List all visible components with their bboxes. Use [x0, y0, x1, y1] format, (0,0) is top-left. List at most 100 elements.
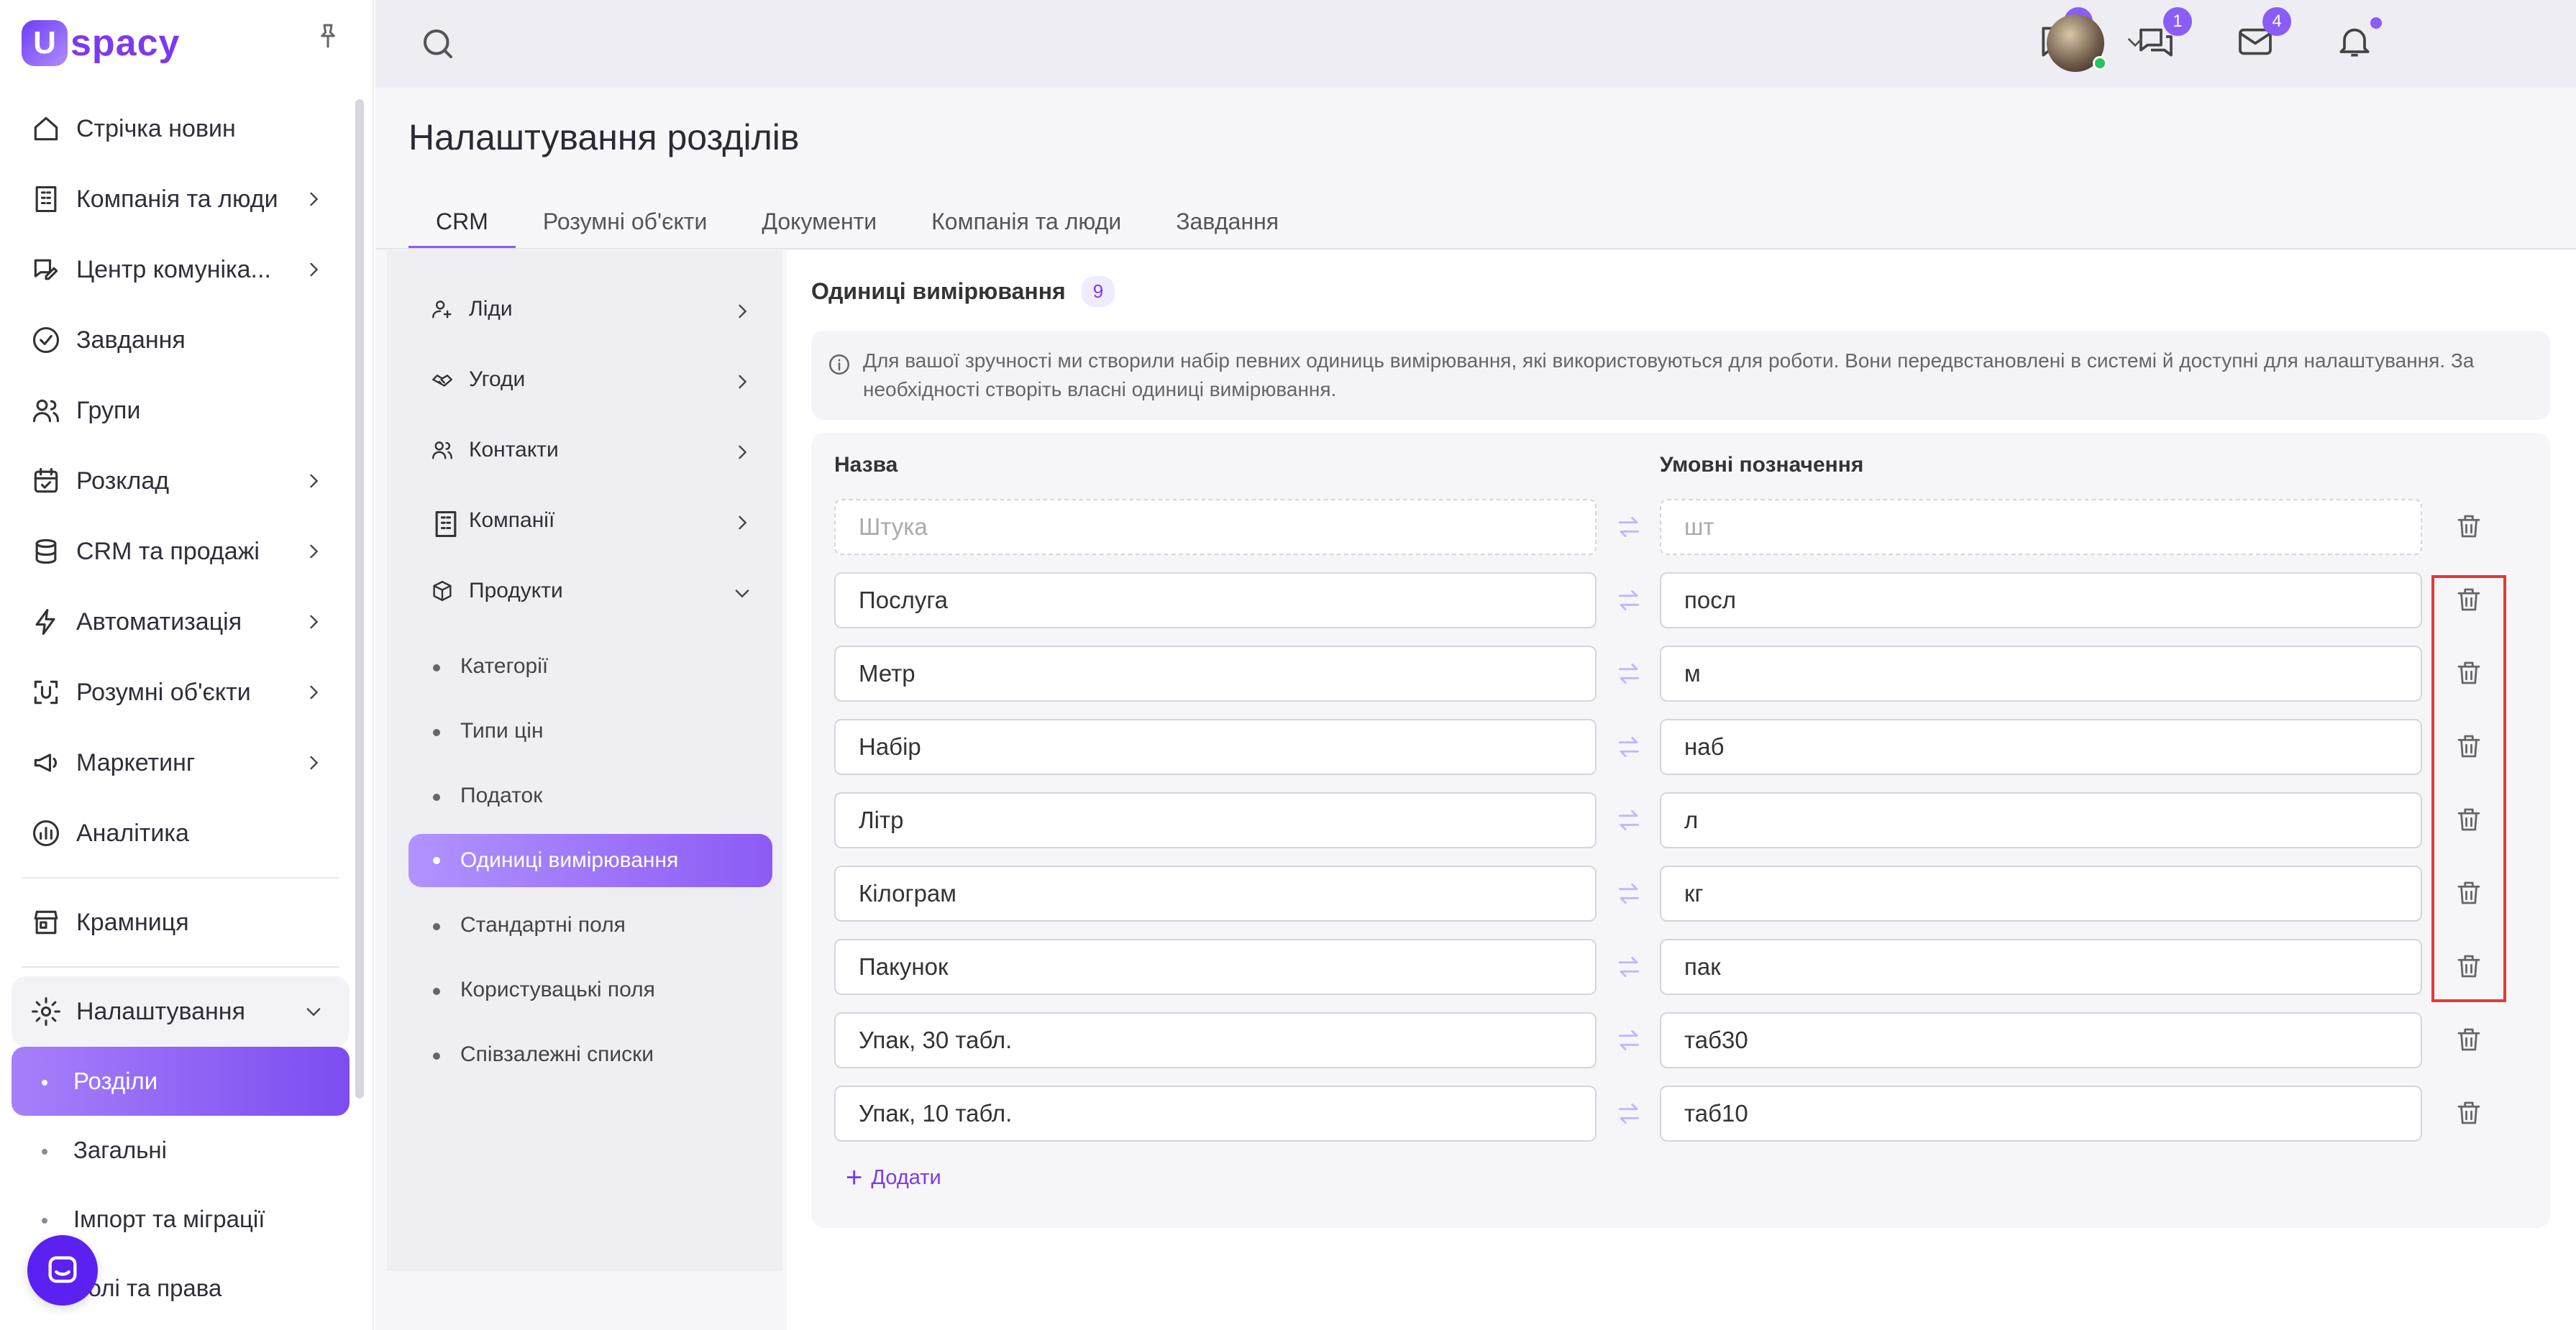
swap-arrows-icon	[1615, 1100, 1643, 1127]
unit-name-input[interactable]: Пакунок	[834, 939, 1597, 995]
unit-abbr-input[interactable]: таб10	[1660, 1086, 2422, 1142]
column-header-name: Назва	[834, 453, 898, 477]
trash-icon[interactable]	[2454, 950, 2484, 982]
logo-text: spacy	[70, 22, 181, 64]
settings-sub-item-1[interactable]: Загальні	[12, 1116, 350, 1185]
crm-menu-item-0[interactable]: Ліди	[408, 282, 772, 336]
sidebar-item-6[interactable]: CRM та продажі	[12, 516, 350, 587]
sidebar-item-10[interactable]: Аналітика	[12, 798, 350, 868]
trash-icon[interactable]	[2454, 1097, 2484, 1129]
trash-icon[interactable]	[2454, 584, 2484, 615]
product-sub-item-6[interactable]: Співзалежні списки	[408, 1022, 772, 1087]
sidebar-item-settings[interactable]: Налаштування	[12, 976, 350, 1047]
unit-abbr-input[interactable]: таб30	[1660, 1012, 2422, 1068]
unit-row: Упак, 30 табл. таб30	[834, 1012, 2517, 1068]
crm-menu-item-3[interactable]: Компанії	[408, 493, 772, 548]
unit-name-input[interactable]: Послуга	[834, 572, 1597, 628]
crm-menu-item-1[interactable]: Угоди	[408, 352, 772, 407]
crm-menu-item-2[interactable]: Контакти	[408, 423, 772, 477]
unit-abbr-input[interactable]: л	[1660, 792, 2422, 848]
tab-1[interactable]: Розумні об'єкти	[516, 203, 734, 249]
sidebar-item-label: Аналітика	[76, 819, 189, 847]
unit-name-input[interactable]: Літр	[834, 792, 1597, 848]
tab-4[interactable]: Завдання	[1148, 203, 1306, 249]
sidebar-item-4[interactable]: Групи	[12, 375, 350, 446]
chevron-right-icon	[303, 751, 324, 775]
product-sub-item-3[interactable]: Одиниці вимірювання	[408, 834, 772, 887]
sidebar-item-5[interactable]: Розклад	[12, 446, 350, 516]
section-title-text: Одиниці вимірювання	[811, 278, 1066, 304]
tab-0[interactable]: CRM	[408, 203, 516, 249]
product-sub-item-5[interactable]: Користувацькі поля	[408, 958, 772, 1022]
tab-2[interactable]: Документи	[734, 203, 904, 249]
support-chat-button[interactable]	[27, 1235, 98, 1306]
building-icon	[430, 508, 457, 538]
pin-icon[interactable]	[314, 22, 342, 50]
product-sub-item-1[interactable]: Типи цін	[408, 699, 772, 763]
sidebar-item-label: Стрічка новин	[76, 114, 236, 142]
trash-icon[interactable]	[2454, 730, 2484, 762]
chevron-right-icon	[732, 370, 751, 390]
home-icon	[30, 113, 62, 145]
product-sub-item-2[interactable]: Податок	[408, 763, 772, 828]
unit-abbr-input[interactable]: кг	[1660, 866, 2422, 922]
crm-menu-item-4[interactable]: Продукти	[408, 564, 772, 618]
logo[interactable]: U spacy	[22, 14, 180, 72]
unit-name-input[interactable]: Упак, 30 табл.	[834, 1012, 1597, 1068]
crm-settings-menu: Ліди Угоди Контакти Компанії Продукти Категор…	[408, 282, 772, 1087]
crm-menu-item-label: Контакти	[469, 438, 559, 462]
unit-name-input[interactable]: Кілограм	[834, 866, 1597, 922]
new-unit-abbr-input[interactable]: шт	[1660, 499, 2422, 555]
unit-row: Кілограм кг	[834, 866, 2517, 922]
add-unit-label: Додати	[871, 1165, 941, 1189]
info-banner: Для вашої зручності ми створили набір пе…	[811, 331, 2550, 420]
online-status-dot	[2093, 56, 2107, 70]
sidebar-item-7[interactable]: Автоматизація	[12, 587, 350, 657]
chevron-down-icon[interactable]	[2123, 30, 2147, 55]
trash-icon[interactable]	[2454, 804, 2484, 835]
unit-abbr-input[interactable]: м	[1660, 646, 2422, 702]
sidebar-scrollbar[interactable]	[355, 99, 364, 1099]
add-unit-button[interactable]: + Додати	[846, 1163, 941, 1192]
sidebar-item-1[interactable]: Компанія та люди	[12, 164, 350, 234]
search-icon[interactable]	[419, 24, 457, 63]
handshake-icon	[430, 367, 455, 392]
building-icon	[30, 183, 62, 215]
tab-3[interactable]: Компанія та люди	[904, 203, 1148, 249]
trash-icon[interactable]	[2454, 1024, 2484, 1055]
trash-icon[interactable]	[2454, 877, 2484, 909]
chevron-right-icon	[303, 469, 324, 493]
unit-name-input[interactable]: Метр	[834, 646, 1597, 702]
sidebar-item-store[interactable]: Крамниця	[12, 887, 350, 958]
unit-abbr-input[interactable]: посл	[1660, 572, 2422, 628]
section-title: Одиниці вимірювання 9	[811, 276, 1115, 307]
settings-sub-item-0[interactable]: Розділи	[12, 1047, 350, 1116]
check-circle-icon	[30, 324, 62, 356]
sidebar-item-label: Налаштування	[76, 997, 245, 1025]
sidebar-item-8[interactable]: Розумні об'єкти	[12, 657, 350, 728]
swap-arrows-icon	[1615, 953, 1643, 981]
chevron-down-icon	[732, 581, 751, 601]
new-unit-name-input[interactable]: Штука	[834, 499, 1597, 555]
product-sub-item-4[interactable]: Стандартні поля	[408, 893, 772, 958]
sidebar-item-0[interactable]: Стрічка новин	[12, 93, 350, 164]
product-sub-item-0[interactable]: Категорії	[408, 634, 772, 699]
unit-name-input[interactable]: Упак, 10 табл.	[834, 1086, 1597, 1142]
page-title: Налаштування розділів	[408, 117, 800, 157]
sidebar-item-9[interactable]: Маркетинг	[12, 728, 350, 798]
messages-badge: 1	[2163, 7, 2192, 36]
gear-icon	[30, 996, 62, 1027]
unit-name-input[interactable]: Набір	[834, 719, 1597, 775]
unit-abbr-input[interactable]: наб	[1660, 719, 2422, 775]
mail-button[interactable]: 4	[2235, 7, 2291, 62]
trash-icon[interactable]	[2454, 510, 2484, 542]
plus-icon: +	[846, 1162, 863, 1193]
chart-icon	[30, 817, 62, 849]
chevron-right-icon	[303, 610, 324, 634]
sidebar-item-3[interactable]: Завдання	[12, 305, 350, 375]
notifications-button[interactable]	[2334, 17, 2382, 62]
unit-abbr-input[interactable]: пак	[1660, 939, 2422, 995]
trash-icon[interactable]	[2454, 657, 2484, 689]
sidebar-item-2[interactable]: Центр комуніка...	[12, 234, 350, 305]
calendar-icon	[30, 465, 62, 497]
